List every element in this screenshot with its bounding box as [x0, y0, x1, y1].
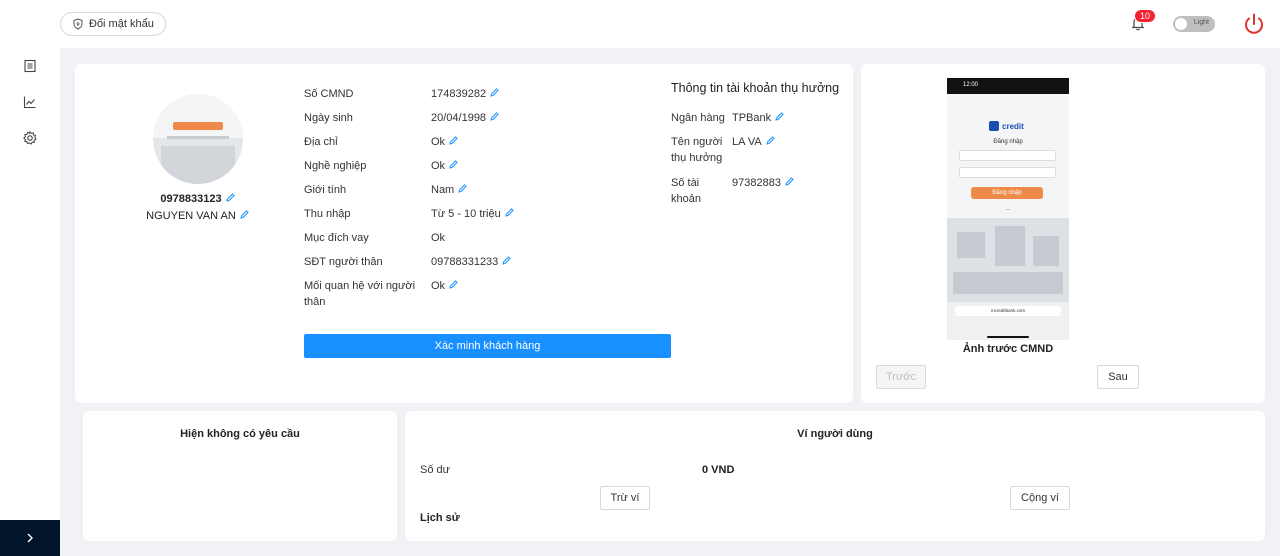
edit-icon[interactable] [225, 192, 236, 203]
edit-icon[interactable] [501, 255, 512, 266]
edit-icon[interactable] [448, 135, 459, 146]
edit-icon[interactable] [489, 87, 500, 98]
balance-label: Số dư [420, 464, 450, 476]
chevron-right-icon [27, 533, 33, 543]
profile-phone-row: 0978833123 [123, 192, 273, 205]
detail-label: Mối quan hệ với người thân [304, 280, 416, 308]
detail-value: Ok [431, 160, 446, 172]
phone-login-button: Đăng nhập [971, 187, 1043, 199]
phone-input [959, 167, 1056, 178]
detail-value-row: Ok [431, 134, 459, 150]
detail-value: 20/04/1998 [431, 112, 487, 124]
phone-building-photo [947, 218, 1069, 302]
phone-browser-bar: mcreditbank.com [947, 302, 1069, 340]
detail-label: Ngày sinh [304, 112, 353, 124]
detail-value-row: Ok [431, 158, 459, 174]
verify-customer-button[interactable]: Xác minh khách hàng [304, 334, 671, 358]
phone-url: mcreditbank.com [955, 306, 1061, 316]
detail-label: Số CMND [304, 88, 354, 100]
edit-icon[interactable] [448, 159, 459, 170]
detail-value-row: Ok [431, 278, 459, 294]
app-name: credit [1002, 121, 1024, 131]
edit-icon[interactable] [457, 183, 468, 194]
beneficiary-value: TPBank [732, 112, 772, 124]
toggle-knob [1175, 18, 1187, 30]
detail-label: Mục đích vay [304, 232, 369, 244]
detail-label: SĐT người thân [304, 256, 383, 268]
profile-name: NGUYEN VAN AN [146, 210, 236, 222]
avatar[interactable] [153, 94, 243, 184]
shield-icon [73, 18, 83, 30]
top-bar: Đổi mật khẩu 10 Light [0, 0, 1280, 48]
next-image-button[interactable]: Sau [1097, 365, 1139, 389]
phone-input [959, 150, 1056, 161]
edit-icon[interactable] [448, 279, 459, 290]
detail-label: Thu nhập [304, 208, 351, 220]
theme-toggle-label: Light [1193, 19, 1209, 26]
phone-status-time: 12:00 [947, 78, 1069, 94]
beneficiary-label: Ngân hàng [671, 112, 725, 124]
edit-icon[interactable] [774, 111, 785, 122]
beneficiary-title: Thông tin tài khoản thụ hưởng [671, 81, 840, 95]
gear-icon[interactable] [22, 130, 38, 146]
detail-value: 09788331233 [431, 256, 499, 268]
detail-label: Nghề nghiệp [304, 160, 367, 172]
detail-label: Giới tính [304, 184, 347, 196]
wallet-title: Ví người dùng [797, 428, 873, 440]
document-icon[interactable] [22, 58, 38, 74]
theme-toggle[interactable]: Light [1173, 16, 1215, 32]
beneficiary-value: 97382883 [732, 177, 781, 189]
phone-screen-heading: Đăng nhập [993, 139, 1023, 145]
id-image-card: 12:00 credit Đăng nhập Đăng nhập — mcred… [861, 64, 1265, 403]
detail-value-row: 174839282 [431, 86, 500, 102]
detail-value: Ok [431, 232, 446, 244]
id-front-image[interactable]: 12:00 credit Đăng nhập Đăng nhập — mcred… [947, 78, 1069, 340]
detail-value: Từ 5 - 10 triệu [431, 208, 501, 220]
wallet-card: Ví người dùng Số dư 0 VND Trừ ví Cộng ví… [405, 411, 1265, 541]
detail-value-row: Từ 5 - 10 triệu [431, 206, 515, 222]
detail-value: Ok [431, 280, 446, 292]
edit-icon[interactable] [504, 207, 515, 218]
detail-value-row: Nam [431, 182, 468, 198]
customer-info-card: 0978833123 NGUYEN VAN AN Số CMND 1748392… [75, 64, 853, 403]
requests-card: Hiện không có yêu cầu [83, 411, 397, 541]
edit-icon[interactable] [784, 176, 795, 187]
phone-note-line: — [1005, 207, 1011, 212]
beneficiary-label: Số tài khoản [671, 177, 701, 205]
balance-value: 0 VND [702, 464, 735, 476]
profile-name-row: NGUYEN VAN AN [123, 209, 273, 222]
beneficiary-value-row: TPBank [732, 110, 785, 126]
detail-value-row: 09788331233 [431, 254, 512, 270]
change-password-button[interactable]: Đổi mật khẩu [60, 12, 166, 36]
profile-phone: 0978833123 [160, 193, 222, 205]
empty-requests-text: Hiện không có yêu cầu [180, 428, 300, 440]
detail-value: Nam [431, 184, 455, 196]
detail-value: 174839282 [431, 88, 487, 100]
detail-value: Ok [431, 136, 446, 148]
edit-icon[interactable] [489, 111, 500, 122]
notification-badge: 10 [1134, 9, 1156, 23]
history-label: Lịch sử [420, 512, 460, 524]
detail-label: Địa chỉ [304, 136, 338, 148]
edit-icon[interactable] [765, 135, 776, 146]
previous-image-button[interactable]: Trước [876, 365, 926, 389]
change-password-label: Đổi mật khẩu [89, 18, 154, 30]
line-chart-icon[interactable] [22, 94, 38, 110]
subtract-wallet-button[interactable]: Trừ ví [600, 486, 650, 510]
sidebar [0, 48, 60, 556]
edit-icon[interactable] [239, 209, 250, 220]
power-icon[interactable] [1241, 11, 1267, 37]
beneficiary-value-row: LA VA [732, 134, 776, 150]
image-caption: Ảnh trước CMND [962, 343, 1054, 355]
beneficiary-label: Tên người thụ hưởng [671, 136, 723, 164]
beneficiary-value-row: 97382883 [732, 175, 795, 191]
phone-home-indicator [987, 336, 1029, 338]
add-wallet-button[interactable]: Cộng ví [1010, 486, 1070, 510]
app-logo: credit [989, 120, 1029, 132]
detail-value-row: 20/04/1998 [431, 110, 500, 126]
sidebar-collapse-button[interactable] [0, 520, 60, 556]
beneficiary-value: LA VA [732, 136, 762, 148]
